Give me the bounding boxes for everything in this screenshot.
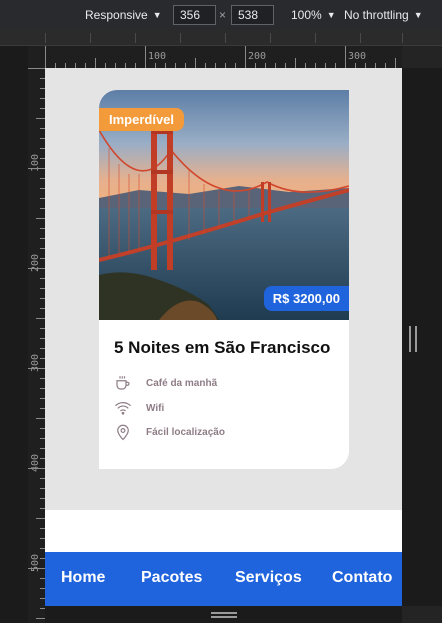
ruler-label: 300 — [30, 353, 41, 372]
media-query-bar[interactable] — [0, 30, 442, 46]
zoom-dropdown[interactable]: 100% ▼ — [291, 8, 336, 22]
ruler-tick — [36, 618, 45, 619]
resize-grip-icon — [211, 612, 237, 618]
ruler-label: 500 — [30, 553, 41, 572]
ruler-tick — [36, 518, 45, 519]
hot-deal-badge: Imperdível — [99, 108, 185, 131]
right-resize-handle[interactable] — [402, 68, 442, 606]
ruler-tick — [36, 318, 45, 319]
amenity-location: Fácil localização — [114, 423, 225, 441]
amenity-breakfast: Café da manhã — [114, 374, 217, 392]
ruler-label: 200 — [248, 51, 267, 62]
ruler-tick — [36, 418, 45, 419]
content-spacer — [45, 510, 402, 552]
zoom-label: 100% — [291, 8, 322, 22]
nav-pacotes[interactable]: Pacotes — [141, 569, 202, 587]
price-tag: R$ 3200,00 — [263, 286, 349, 311]
ruler-tick — [36, 118, 45, 119]
ruler-tick — [28, 368, 45, 369]
ruler-label: 200 — [30, 253, 41, 272]
travel-package-card[interactable]: Imperdível R$ 3200,00 5 Noites em São Fr… — [99, 90, 349, 469]
vertical-ruler: 100 200 300 400 500 — [28, 68, 45, 623]
throttling-label: No throttling — [344, 8, 409, 22]
ruler-tick — [395, 58, 396, 68]
bottom-resize-handle[interactable] — [45, 606, 402, 623]
device-mode-dropdown[interactable]: Responsive ▼ — [85, 8, 162, 22]
height-input[interactable]: 538 — [231, 5, 274, 25]
ruler-tick — [245, 46, 246, 68]
nav-servicos[interactable]: Serviços — [235, 569, 302, 587]
wifi-icon — [115, 402, 131, 415]
location-pin-icon — [117, 424, 129, 441]
coffee-cup-icon — [116, 376, 130, 390]
ruler-tick — [195, 58, 196, 68]
ruler-tick — [28, 468, 45, 469]
left-gutter — [0, 46, 28, 623]
device-mode-label: Responsive — [85, 8, 148, 22]
ruler-label: 400 — [30, 453, 41, 472]
devtools-device-toolbar: Responsive ▼ 356 × 538 100% ▼ No throttl… — [0, 0, 442, 30]
device-viewport: Imperdível R$ 3200,00 5 Noites em São Fr… — [45, 68, 402, 606]
ruler-tick — [36, 218, 45, 219]
nav-contato[interactable]: Contato — [332, 569, 392, 587]
amenity-label: Wifi — [146, 402, 165, 414]
amenity-wifi: Wifi — [114, 399, 164, 417]
package-title: 5 Noites em São Francisco — [114, 338, 331, 357]
bottom-navbar: Home Pacotes Serviços Contato — [45, 552, 402, 606]
ruler-label: 300 — [348, 51, 367, 62]
amenity-label: Fácil localização — [146, 426, 225, 438]
amenity-label: Café da manhã — [146, 377, 218, 389]
ruler-tick — [28, 268, 45, 269]
horizontal-ruler: 100 200 300 — [45, 46, 402, 68]
ruler-tick — [45, 46, 46, 68]
dimension-separator: × — [219, 8, 227, 22]
ruler-tick — [95, 58, 96, 68]
ruler-label: 100 — [30, 153, 41, 172]
resize-grip-icon — [409, 326, 417, 352]
chevron-down-icon: ▼ — [152, 10, 162, 20]
ruler-tick — [145, 46, 146, 68]
chevron-down-icon: ▼ — [326, 10, 336, 20]
ruler-label: 100 — [148, 51, 167, 62]
ruler-tick — [28, 568, 45, 569]
width-input[interactable]: 356 — [173, 5, 216, 25]
ruler-tick — [28, 168, 45, 169]
ruler-corner — [28, 46, 45, 68]
ruler-tick — [345, 46, 346, 68]
chevron-down-icon: ▼ — [413, 10, 423, 20]
ruler-tick — [28, 68, 45, 69]
ruler-tick — [295, 58, 296, 68]
throttling-dropdown[interactable]: No throttling ▼ — [344, 8, 423, 22]
nav-home[interactable]: Home — [61, 569, 105, 587]
